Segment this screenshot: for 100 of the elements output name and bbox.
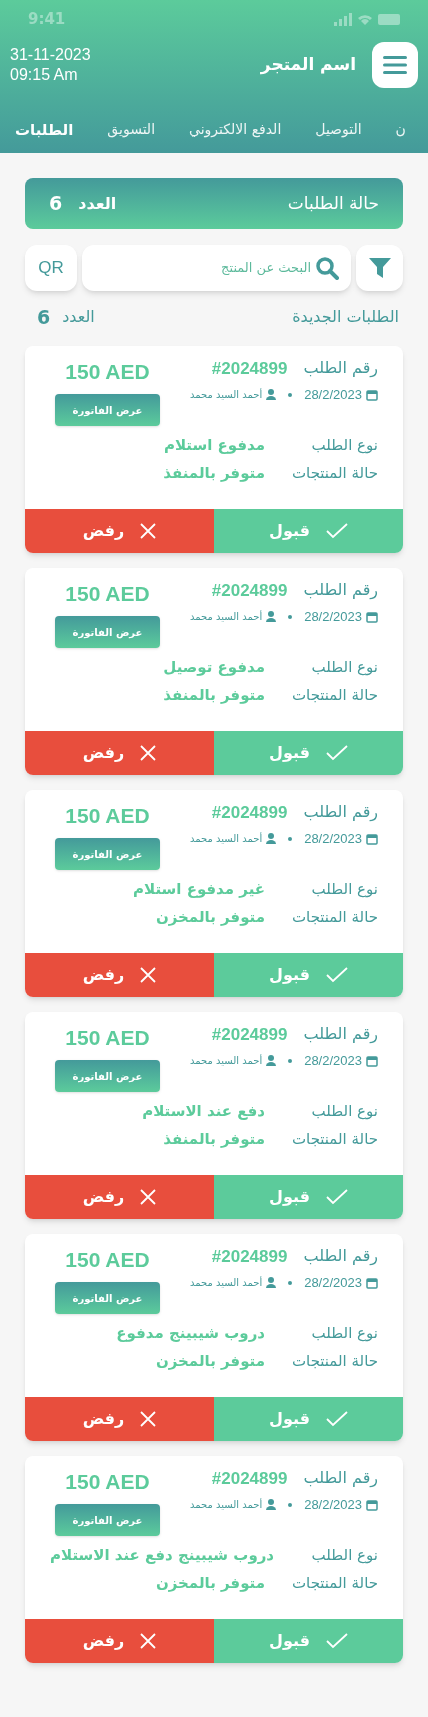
order-number-label: رقم الطلب xyxy=(303,357,378,380)
tab[interactable]: التسويق xyxy=(107,119,156,141)
reject-button[interactable]: رفض xyxy=(25,730,214,775)
check-icon xyxy=(325,744,348,761)
view-invoice-button[interactable]: عرض الفاتورة xyxy=(55,394,160,426)
order-type-value: مدفوع توصيل xyxy=(163,657,265,678)
product-status-value: متوفر بالمخزن xyxy=(155,1350,265,1372)
check-icon xyxy=(325,1632,348,1649)
product-status-label: حالة المنتجات xyxy=(290,1572,378,1594)
product-status-label: حالة المنتجات xyxy=(290,906,378,928)
order-number-label: رقم الطلب xyxy=(303,1467,378,1490)
menu-button[interactable] xyxy=(372,42,418,88)
order-type-value: دروب شيبينج مدفوع xyxy=(116,1323,265,1344)
view-invoice-button[interactable]: عرض الفاتورة xyxy=(55,1504,160,1536)
close-icon xyxy=(140,966,157,983)
order-type-value: غير مدفوع استلام xyxy=(133,879,265,900)
order-date: 28/2/2023 xyxy=(304,1496,362,1514)
order-price: 150 AED xyxy=(65,1024,150,1051)
view-invoice-button[interactable]: عرض الفاتورة xyxy=(55,838,160,870)
reject-button[interactable]: رفض xyxy=(25,1396,214,1441)
close-icon xyxy=(140,1188,157,1205)
qr-button[interactable]: QR xyxy=(25,245,77,291)
store-name: اسم المتجر xyxy=(260,53,356,77)
accept-button[interactable]: قبول xyxy=(214,1396,403,1441)
product-status-value: متوفر بالمخزن xyxy=(155,906,265,928)
customer-name: أحمد السيد محمد xyxy=(189,831,263,847)
reject-button[interactable]: رفض xyxy=(25,952,214,997)
close-icon xyxy=(140,1410,157,1427)
customer-name: أحمد السيد محمد xyxy=(189,1497,263,1513)
header-time: 09:15 Am xyxy=(10,65,78,85)
view-invoice-button[interactable]: عرض الفاتورة xyxy=(55,616,160,648)
order-date: 28/2/2023 xyxy=(304,386,362,404)
reject-button[interactable]: رفض xyxy=(25,1618,214,1663)
search-icon xyxy=(315,256,339,280)
order-number: #2024899 xyxy=(211,1467,288,1490)
calendar-icon xyxy=(366,1054,378,1067)
signal-icon xyxy=(334,12,352,26)
order-date: 28/2/2023 xyxy=(304,1052,362,1070)
order-number: #2024899 xyxy=(211,579,288,602)
order-type-label: نوع الطلب xyxy=(310,1323,378,1344)
order-number-label: رقم الطلب xyxy=(303,1023,378,1046)
section-title: الطلبات الجديدة xyxy=(292,306,399,329)
count-label: العدد xyxy=(78,192,117,215)
order-type-label: نوع الطلب xyxy=(310,657,378,678)
order-date: 28/2/2023 xyxy=(304,830,362,848)
customer-name: أحمد السيد محمد xyxy=(189,609,263,625)
count-value: 6 xyxy=(37,305,51,330)
tab[interactable]: التوصيل xyxy=(315,119,362,141)
menu-icon xyxy=(383,56,407,74)
check-icon xyxy=(325,966,348,983)
order-number-label: رقم الطلب xyxy=(303,801,378,824)
check-icon xyxy=(325,1188,348,1205)
order-type-value: دروب شيبينج دفع عند الاستلام xyxy=(50,1545,275,1566)
filter-button[interactable] xyxy=(356,245,403,291)
product-status-label: حالة المنتجات xyxy=(290,1128,378,1150)
tab[interactable]: الطلبات xyxy=(15,118,74,141)
product-status-value: متوفر بالمنفذ xyxy=(163,1128,265,1150)
person-icon xyxy=(266,833,277,845)
accept-button[interactable]: قبول xyxy=(214,730,403,775)
order-price: 150 AED xyxy=(65,358,150,385)
order-number: #2024899 xyxy=(211,801,288,824)
search-bar[interactable]: البحث عن المنتج xyxy=(82,245,351,291)
order-price: 150 AED xyxy=(65,580,150,607)
accept-button[interactable]: قبول xyxy=(214,952,403,997)
view-invoice-button[interactable]: عرض الفاتورة xyxy=(55,1282,160,1314)
customer-name: أحمد السيد محمد xyxy=(189,1275,263,1291)
customer-name: أحمد السيد محمد xyxy=(189,387,263,403)
check-icon xyxy=(325,522,348,539)
product-status-value: متوفر بالمنفذ xyxy=(163,462,265,484)
product-status-label: حالة المنتجات xyxy=(290,462,378,484)
accept-button[interactable]: قبول xyxy=(214,1618,403,1663)
product-status-value: متوفر بالمنفذ xyxy=(163,684,265,706)
tab[interactable]: ن xyxy=(395,119,406,141)
person-icon xyxy=(266,389,277,401)
calendar-icon xyxy=(366,1498,378,1511)
order-number-label: رقم الطلب xyxy=(303,1245,378,1268)
reject-button[interactable]: رفض xyxy=(25,1174,214,1219)
count-value: 6 xyxy=(49,191,63,217)
close-icon xyxy=(140,1632,157,1649)
accept-button[interactable]: قبول xyxy=(214,508,403,553)
count-label: العدد xyxy=(62,306,95,329)
order-type-label: نوع الطلب xyxy=(310,435,378,456)
order-number: #2024899 xyxy=(211,357,288,380)
battery-icon xyxy=(378,13,400,25)
calendar-icon xyxy=(366,610,378,623)
order-price: 150 AED xyxy=(65,1246,150,1273)
wifi-icon xyxy=(358,13,372,25)
view-invoice-button[interactable]: عرض الفاتورة xyxy=(55,1060,160,1092)
close-icon xyxy=(140,522,157,539)
order-number-label: رقم الطلب xyxy=(303,579,378,602)
search-field[interactable]: البحث عن المنتج xyxy=(94,258,311,278)
accept-button[interactable]: قبول xyxy=(214,1174,403,1219)
tab[interactable]: الدفع الالكتروني xyxy=(189,119,282,141)
order-type-label: نوع الطلب xyxy=(310,879,378,900)
product-status-label: حالة المنتجات xyxy=(290,684,378,706)
order-type-label: نوع الطلب xyxy=(310,1101,378,1122)
reject-button[interactable]: رفض xyxy=(25,508,214,553)
person-icon xyxy=(266,1277,277,1289)
check-icon xyxy=(325,1410,348,1427)
person-icon xyxy=(266,1499,277,1511)
